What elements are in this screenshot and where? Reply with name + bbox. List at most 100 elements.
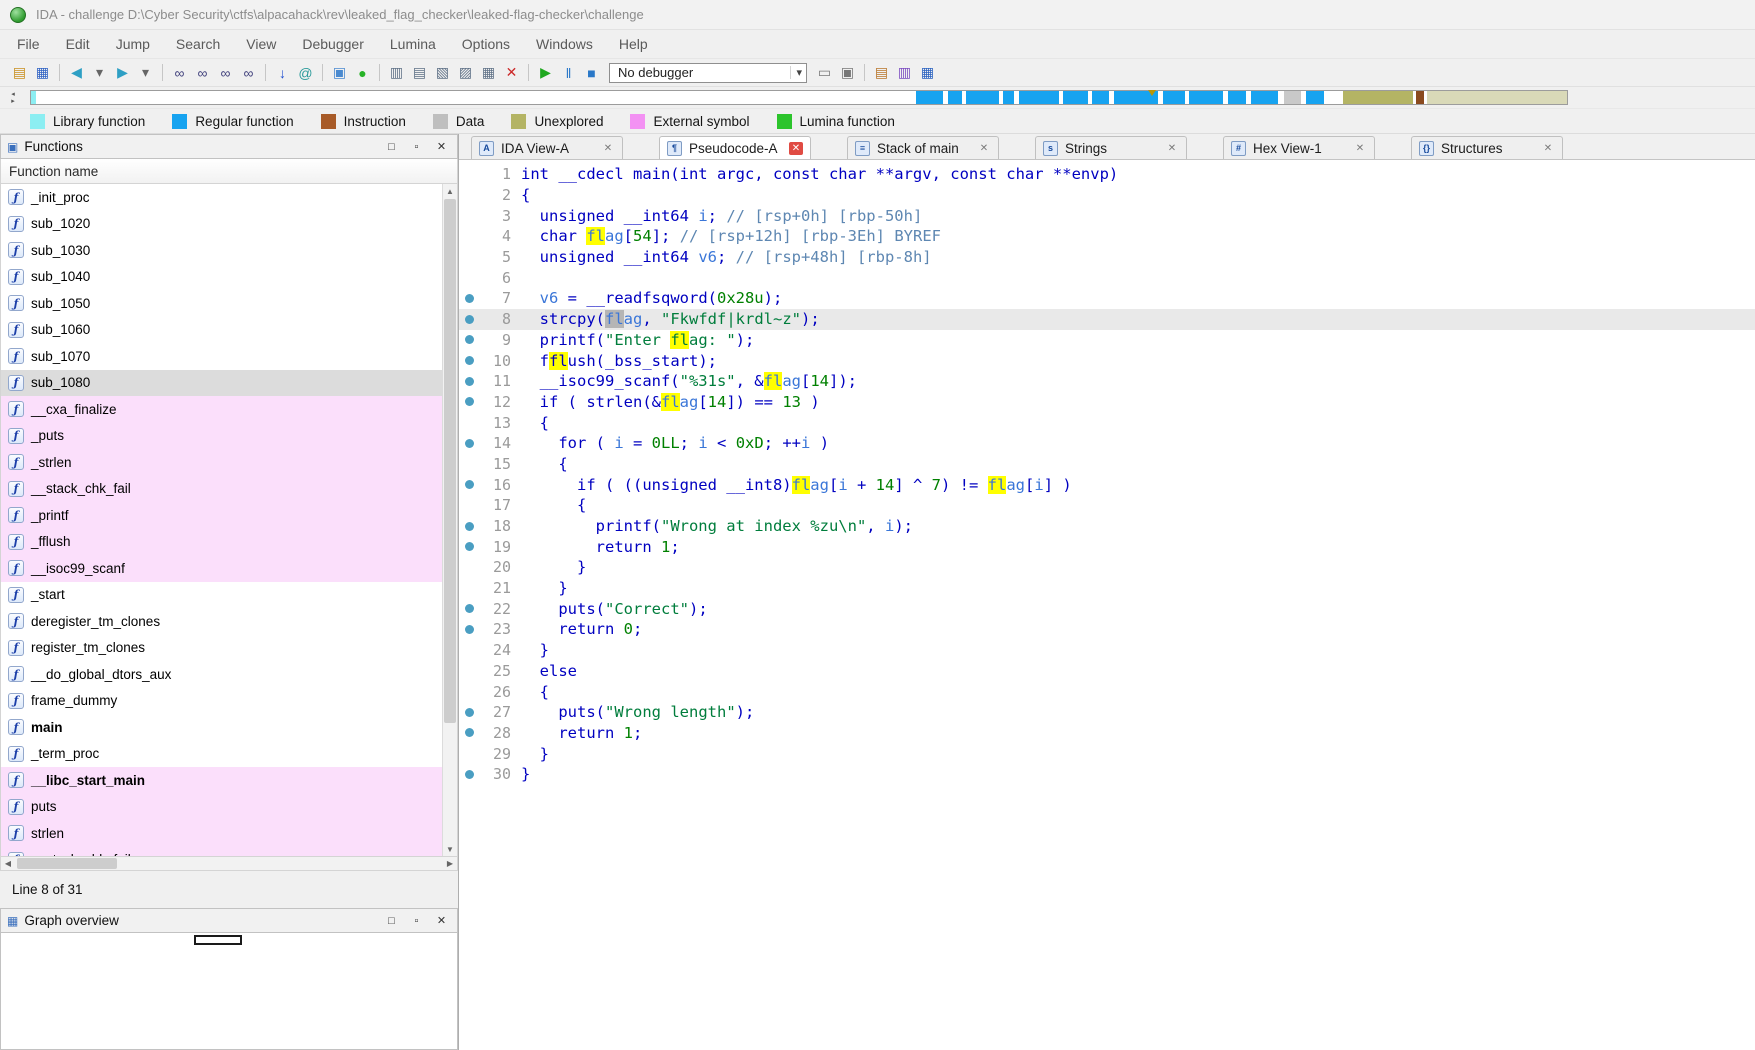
code-line-7[interactable]: 7 v6 = __readfsqword(0x28u); (459, 288, 1755, 309)
function-item-sub_1070[interactable]: ƒsub_1070 (1, 343, 442, 370)
line-address-dot[interactable] (465, 356, 474, 365)
code-line-4[interactable]: 4 char flag[54]; // [rsp+12h] [rbp-3Eh] … (459, 226, 1755, 247)
menu-file[interactable]: File (4, 33, 53, 55)
nav-forward-dropdown-icon[interactable]: ▾ (134, 62, 157, 84)
code-line-21[interactable]: 21 } (459, 578, 1755, 599)
lumina-status-icon[interactable]: ● (351, 62, 374, 84)
tab-ida-view-a[interactable]: AIDA View-A✕ (471, 136, 623, 159)
debugger-windows-icon[interactable]: ▭ (813, 62, 836, 84)
search-direction-icon[interactable]: ∞ (237, 62, 260, 84)
menu-view[interactable]: View (233, 33, 289, 55)
debug-stop-icon[interactable]: ■ (580, 62, 603, 84)
nav-back-icon[interactable]: ◀ (65, 62, 88, 84)
function-item-puts[interactable]: ƒputs (1, 794, 442, 821)
debugger-select[interactable]: No debugger ▾ (609, 63, 807, 83)
debug-pause-icon[interactable]: ‖ (557, 62, 580, 84)
producer-snapshot-icon[interactable]: ▣ (328, 62, 351, 84)
vscrollbar-thumb[interactable] (444, 199, 456, 723)
line-address-dot[interactable] (465, 522, 474, 531)
jump-address-icon[interactable]: ↓ (271, 62, 294, 84)
tab-pseudocode-a[interactable]: ¶Pseudocode-A✕ (659, 136, 811, 159)
user-xrefs-graph-icon[interactable]: ▦ (477, 62, 500, 84)
code-line-27[interactable]: 27 puts("Wrong length"); (459, 702, 1755, 723)
line-address-dot[interactable] (465, 542, 474, 551)
function-item-_fflush[interactable]: ƒ_fflush (1, 529, 442, 556)
function-item-frame_dummy[interactable]: ƒframe_dummy (1, 688, 442, 715)
menu-windows[interactable]: Windows (523, 33, 606, 55)
code-line-28[interactable]: 28 return 1; (459, 723, 1755, 744)
function-item-_strlen[interactable]: ƒ_strlen (1, 449, 442, 476)
code-line-24[interactable]: 24 } (459, 640, 1755, 661)
windows-list-icon[interactable]: ▥ (385, 62, 408, 84)
code-line-3[interactable]: 3 unsigned __int64 i; // [rsp+0h] [rbp-5… (459, 205, 1755, 226)
menu-edit[interactable]: Edit (53, 33, 103, 55)
close-tab-icon[interactable]: ✕ (1541, 142, 1555, 155)
function-item-__isoc99_scanf[interactable]: ƒ__isoc99_scanf (1, 555, 442, 582)
open-type-libraries-icon[interactable]: ▥ (893, 62, 916, 84)
code-line-14[interactable]: 14 for ( i = 0LL; i < 0xD; ++i ) (459, 433, 1755, 454)
tab-structures[interactable]: {}Structures✕ (1411, 136, 1563, 159)
graph-view-icon[interactable]: ▤ (408, 62, 431, 84)
code-line-19[interactable]: 19 return 1; (459, 536, 1755, 557)
code-line-26[interactable]: 26 { (459, 681, 1755, 702)
function-item-sub_1030[interactable]: ƒsub_1030 (1, 237, 442, 264)
graph-overview-content[interactable] (0, 933, 458, 1050)
debugger-options-icon[interactable]: ▣ (836, 62, 859, 84)
code-line-18[interactable]: 18 printf("Wrong at index %zu\n", i); (459, 516, 1755, 537)
line-address-dot[interactable] (465, 728, 474, 737)
function-item-_puts[interactable]: ƒ_puts (1, 423, 442, 450)
function-item-__libc_start_main[interactable]: ƒ__libc_start_main (1, 767, 442, 794)
code-line-1[interactable]: 1int __cdecl main(int argc, const char *… (459, 164, 1755, 185)
line-address-dot[interactable] (465, 625, 474, 634)
code-line-16[interactable]: 16 if ( ((unsigned __int8)flag[i + 14] ^… (459, 474, 1755, 495)
line-address-dot[interactable] (465, 770, 474, 779)
debug-start-icon[interactable]: ▶ (534, 62, 557, 84)
tab-hex-view-1[interactable]: #Hex View-1✕ (1223, 136, 1375, 159)
function-item-sub_1080[interactable]: ƒsub_1080 (1, 370, 442, 397)
function-item-_term_proc[interactable]: ƒ_term_proc (1, 741, 442, 768)
line-address-dot[interactable] (465, 377, 474, 386)
close-view-icon[interactable]: ✕ (500, 62, 523, 84)
code-line-10[interactable]: 10 fflush(_bss_start); (459, 350, 1755, 371)
open-structures-icon[interactable]: ▦ (916, 62, 939, 84)
function-item-sub_1040[interactable]: ƒsub_1040 (1, 264, 442, 291)
code-line-6[interactable]: 6 (459, 267, 1755, 288)
function-item-main[interactable]: ƒmain (1, 714, 442, 741)
menu-search[interactable]: Search (163, 33, 233, 55)
close-tab-icon[interactable]: ✕ (1165, 142, 1179, 155)
function-item-sub_1020[interactable]: ƒsub_1020 (1, 211, 442, 238)
tab-strings[interactable]: sStrings✕ (1035, 136, 1187, 159)
close-button[interactable]: ✕ (432, 140, 451, 153)
close-tab-icon[interactable]: ✕ (1353, 142, 1367, 155)
function-item-sub_1060[interactable]: ƒsub_1060 (1, 317, 442, 344)
code-line-22[interactable]: 22 puts("Correct"); (459, 598, 1755, 619)
line-address-dot[interactable] (465, 397, 474, 406)
function-item-sub_1050[interactable]: ƒsub_1050 (1, 290, 442, 317)
float-button[interactable]: ▫ (407, 915, 426, 927)
search-binoculars-icon[interactable]: ∞ (168, 62, 191, 84)
line-address-dot[interactable] (465, 335, 474, 344)
pseudocode-view[interactable]: 1int __cdecl main(int argc, const char *… (459, 160, 1755, 1050)
function-item-_printf[interactable]: ƒ_printf (1, 502, 442, 529)
menu-options[interactable]: Options (449, 33, 523, 55)
close-tab-icon[interactable]: ✕ (789, 142, 803, 155)
function-item-deregister_tm_clones[interactable]: ƒderegister_tm_clones (1, 608, 442, 635)
menu-lumina[interactable]: Lumina (377, 33, 449, 55)
code-line-2[interactable]: 2{ (459, 185, 1755, 206)
line-address-dot[interactable] (465, 604, 474, 613)
code-line-30[interactable]: 30} (459, 764, 1755, 785)
code-line-11[interactable]: 11 __isoc99_scanf("%31s", &flag[14]); (459, 371, 1755, 392)
code-line-13[interactable]: 13 { (459, 412, 1755, 433)
graph-viewport-rect[interactable] (194, 935, 242, 945)
save-icon[interactable]: ▦ (31, 62, 54, 84)
function-item-register_tm_clones[interactable]: ƒregister_tm_clones (1, 635, 442, 662)
menu-jump[interactable]: Jump (103, 33, 163, 55)
function-item-strlen[interactable]: ƒstrlen (1, 820, 442, 847)
code-line-12[interactable]: 12 if ( strlen(&flag[14]) == 13 ) (459, 392, 1755, 413)
function-item-_init_proc[interactable]: ƒ_init_proc (1, 184, 442, 211)
column-header-function-name[interactable]: Function name (0, 159, 458, 184)
search-next-text-icon[interactable]: ∞ (191, 62, 214, 84)
close-tab-icon[interactable]: ✕ (977, 142, 991, 155)
code-line-23[interactable]: 23 return 0; (459, 619, 1755, 640)
code-line-17[interactable]: 17 { (459, 495, 1755, 516)
